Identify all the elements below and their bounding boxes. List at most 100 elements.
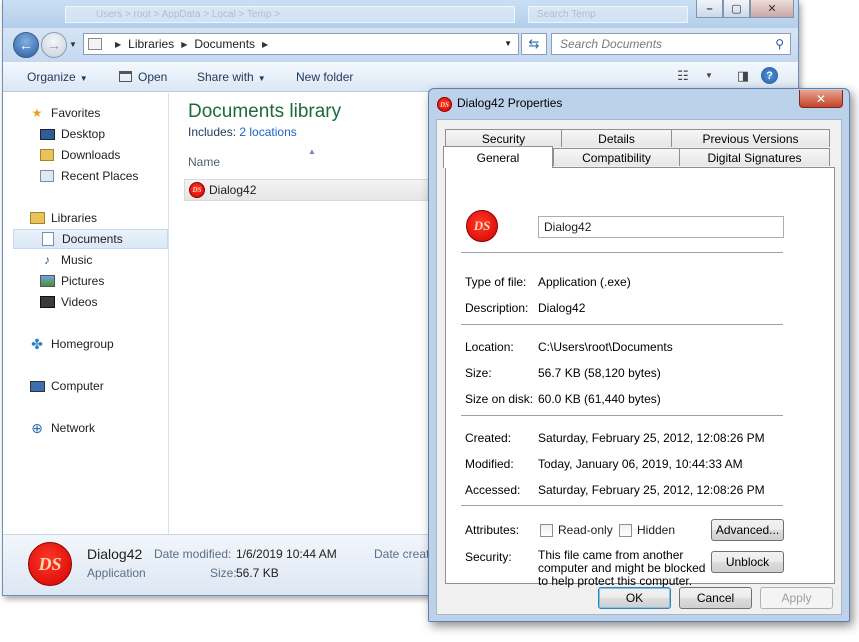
documents-icon	[40, 231, 56, 247]
recent-places-icon	[39, 168, 55, 184]
details-size-label: Size:	[210, 566, 237, 580]
refresh-button[interactable]: ⇆	[521, 33, 547, 55]
chevron-down-icon: ▼	[257, 74, 266, 83]
details-created-label: Date create	[374, 547, 437, 561]
preview-pane-icon[interactable]: ◨	[735, 68, 751, 84]
sidebar-item-label: Homegroup	[51, 337, 114, 351]
app-logo-icon: DS	[466, 210, 498, 242]
attributes-label: Attributes:	[465, 523, 520, 537]
library-includes: Includes: 2 locations	[188, 125, 297, 139]
created-value: Saturday, February 25, 2012, 12:08:26 PM	[538, 431, 765, 445]
window-icon	[119, 71, 132, 82]
sidebar-item-homegroup[interactable]: ✤ Homegroup	[29, 334, 114, 354]
chevron-down-icon[interactable]: ▼	[701, 68, 717, 84]
tab-security[interactable]: Security	[445, 129, 562, 147]
search-icon[interactable]: ⚲	[775, 37, 784, 51]
sidebar-item-downloads[interactable]: Downloads	[39, 145, 120, 165]
close-button[interactable]: ✕	[750, 0, 794, 18]
dialog-close-button[interactable]: ✕	[799, 90, 843, 108]
dialog-title: Dialog42 Properties	[457, 96, 563, 110]
pictures-icon	[39, 273, 55, 289]
location-label: Location:	[465, 340, 514, 354]
forward-button[interactable]: →	[41, 32, 67, 58]
readonly-checkbox[interactable]: Read-only	[540, 523, 613, 537]
breadcrumb-documents[interactable]: Documents	[194, 37, 255, 51]
arrow-right-icon: →	[47, 37, 61, 53]
details-modified-label: Date modified:	[154, 547, 232, 561]
tab-compatibility[interactable]: Compatibility	[553, 148, 680, 166]
location-value: C:\Users\root\Documents	[538, 340, 673, 354]
includes-label: Includes:	[188, 125, 237, 139]
accessed-label: Accessed:	[465, 483, 521, 497]
size-label: Size:	[465, 366, 492, 380]
search-input[interactable]: Search Documents ⚲	[551, 33, 791, 55]
app-logo-icon: DS	[189, 182, 205, 198]
recent-pages-dropdown[interactable]: ▼	[69, 40, 77, 49]
advanced-button[interactable]: Advanced...	[711, 519, 784, 541]
unblock-button[interactable]: Unblock	[711, 551, 784, 573]
tab-previous-versions[interactable]: Previous Versions	[671, 129, 830, 147]
sidebar-item-label: Music	[61, 253, 93, 267]
new-folder-button[interactable]: New folder	[296, 70, 353, 84]
search-placeholder: Search Documents	[560, 37, 663, 51]
file-name-input[interactable]: Dialog42	[538, 216, 784, 238]
cancel-button[interactable]: Cancel	[679, 587, 752, 609]
sidebar-item-music[interactable]: ♪ Music	[39, 250, 92, 270]
tab-digital-signatures[interactable]: Digital Signatures	[679, 148, 830, 166]
description-label: Description:	[465, 301, 529, 315]
modified-value: Today, January 06, 2019, 10:44:33 AM	[538, 457, 743, 471]
locations-link[interactable]: 2 locations	[239, 125, 296, 139]
help-icon[interactable]: ?	[761, 67, 778, 84]
sidebar-item-label: Downloads	[61, 148, 121, 162]
apply-button[interactable]: Apply	[760, 587, 833, 609]
back-button[interactable]: ←	[13, 32, 39, 58]
sidebar-item-libraries[interactable]: Libraries	[29, 208, 97, 228]
change-view-icon[interactable]: ☷	[675, 68, 691, 84]
sidebar-item-computer[interactable]: Computer	[29, 376, 104, 396]
address-bar[interactable]: ▶ Libraries ▶ Documents ▶ ▼	[83, 33, 519, 55]
sidebar-item-documents[interactable]: Documents	[13, 229, 168, 249]
file-row[interactable]: DS Dialog42	[184, 179, 436, 201]
ok-button[interactable]: OK	[598, 587, 671, 609]
sidebar-item-pictures[interactable]: Pictures	[39, 271, 104, 291]
sidebar-item-desktop[interactable]: Desktop	[39, 124, 105, 144]
chevron-right-icon[interactable]: ▶	[181, 40, 187, 49]
app-logo-icon: DS	[437, 97, 452, 112]
chevron-right-icon[interactable]: ▶	[115, 40, 121, 49]
checkbox-box[interactable]	[619, 523, 632, 537]
chevron-right-icon[interactable]: ▶	[262, 40, 268, 49]
ghost-address-bar: Users > root > AppData > Local > Temp >	[65, 6, 515, 23]
security-message: This file came from another computer and…	[538, 548, 706, 588]
divider	[461, 324, 783, 325]
sidebar-item-videos[interactable]: Videos	[39, 292, 97, 312]
share-with-button[interactable]: Share with ▼	[197, 70, 266, 84]
properties-dialog: DS Dialog42 Properties ✕ Security Detail…	[428, 88, 850, 622]
breadcrumb-libraries[interactable]: Libraries	[128, 37, 174, 51]
app-logo-icon: DS	[28, 542, 72, 586]
size-on-disk-label: Size on disk:	[465, 392, 534, 406]
hidden-checkbox[interactable]: Hidden	[619, 523, 675, 537]
address-dropdown[interactable]: ▼	[504, 39, 512, 48]
accessed-value: Saturday, February 25, 2012, 12:08:26 PM	[538, 483, 765, 497]
security-label: Security:	[465, 550, 512, 564]
sidebar-item-label: Desktop	[61, 127, 106, 141]
sidebar-item-favorites[interactable]: ★ Favorites	[29, 103, 101, 123]
open-button[interactable]: Open	[119, 70, 167, 84]
minimize-button[interactable]: –	[696, 0, 723, 18]
page-title: Documents library	[188, 101, 342, 122]
maximize-button[interactable]: ▢	[723, 0, 750, 18]
divider	[461, 415, 783, 416]
column-header-name[interactable]: Name	[188, 155, 220, 169]
organize-button[interactable]: Organize ▼	[27, 70, 88, 84]
tab-details[interactable]: Details	[561, 129, 672, 147]
file-name: Dialog42	[209, 183, 257, 197]
divider	[461, 505, 783, 506]
chevron-down-icon: ▼	[79, 74, 88, 83]
navigation-bar: ← → ▼ ▶ Libraries ▶ Documents ▶ ▼ ⇆ Sear…	[3, 28, 798, 62]
tab-general[interactable]: General	[443, 146, 553, 168]
type-of-file-label: Type of file:	[465, 275, 527, 289]
sidebar-item-network[interactable]: ⊕ Network	[29, 418, 95, 438]
checkbox-box[interactable]	[540, 523, 553, 537]
sidebar-item-recent-places[interactable]: Recent Places	[39, 166, 138, 186]
sidebar-item-label: Recent Places	[61, 169, 139, 183]
